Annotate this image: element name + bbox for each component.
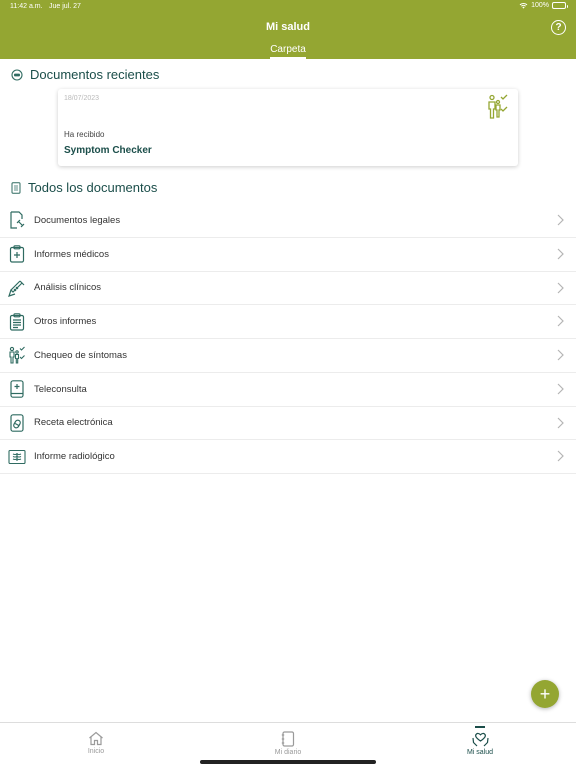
list-item-label: Receta electrónica (34, 417, 113, 429)
list-item-informes-medicos[interactable]: Informes médicos (0, 238, 576, 272)
card-name: Symptom Checker (64, 145, 152, 156)
recent-section-header: Documentos recientes (11, 67, 159, 82)
home-indicator[interactable] (200, 760, 376, 764)
list-item-label: Chequeo de síntomas (34, 349, 127, 361)
chevron-right-icon (557, 214, 564, 226)
recent-title: Documentos recientes (30, 67, 160, 82)
diary-icon (281, 731, 295, 747)
nav-mi-diario[interactable]: Mi diario (258, 731, 318, 756)
list-item-label: Análisis clínicos (34, 282, 102, 294)
list-item-label: Documentos legales (34, 214, 121, 226)
tab-carpeta[interactable]: Carpeta (0, 44, 576, 59)
symptom-checker-icon (488, 94, 508, 119)
status-date: Jue jul. 27 (49, 3, 81, 10)
symptom-check-icon (9, 346, 25, 364)
list-item-informe-radiologico[interactable]: Informe radiológico (0, 440, 576, 474)
list-item-label: Teleconsulta (34, 383, 87, 395)
list-item-label: Informes médicos (34, 248, 109, 260)
battery-icon (552, 2, 568, 9)
chevron-right-icon (557, 383, 564, 395)
xray-icon (8, 449, 26, 464)
page-title: Mi salud (265, 21, 310, 33)
nav-mi-salud-label: Mi salud (466, 749, 494, 756)
chevron-right-icon (557, 315, 564, 327)
nav-mi-salud[interactable]: Mi salud (450, 726, 510, 756)
card-subtitle: Ha recibido (64, 130, 105, 139)
nav-inicio[interactable]: Inicio (66, 731, 126, 755)
add-document-button[interactable]: + (531, 680, 559, 708)
nav-mi-diario-label: Mi diario (274, 749, 302, 756)
syringe-icon (8, 280, 25, 297)
chevron-right-icon (557, 417, 564, 428)
status-time: 11:42 a.m. (10, 3, 43, 10)
chevron-right-icon (557, 282, 564, 293)
list-item-documentos-legales[interactable]: Documentos legales (0, 204, 576, 238)
question-icon[interactable]: ? (551, 20, 566, 35)
teleconsult-icon (10, 380, 24, 398)
all-documents-header: Todos los documentos (11, 180, 157, 195)
list-item-analisis-clinicos[interactable]: Análisis clínicos (0, 272, 576, 306)
recent-document-card[interactable]: 18/07/2023 Ha recibido Symptom Checker (58, 89, 518, 166)
status-bar: 11:42 a.m. Jue jul. 27 100% (0, 0, 576, 14)
documents-list: Documentos legales Informes médicos Anál… (0, 204, 576, 474)
tab-carpeta-label: Carpeta (270, 44, 306, 59)
chevron-right-icon (557, 450, 564, 462)
list-item-label: Otros informes (34, 316, 97, 328)
list-item-chequeo-sintomas[interactable]: Chequeo de síntomas (0, 339, 576, 373)
card-date: 18/07/2023 (64, 95, 100, 102)
document-icon (11, 181, 21, 194)
app-header: 11:42 a.m. Jue jul. 27 100% Mi salud ? C… (0, 0, 576, 59)
list-item-label: Informe radiológico (34, 451, 115, 463)
chevron-right-icon (557, 349, 564, 361)
list-item-otros-informes[interactable]: Otros informes (0, 305, 576, 339)
battery-percent: 100% (531, 2, 549, 9)
clipboard-icon (9, 312, 25, 331)
home-icon (89, 731, 103, 746)
clock-badge-icon (11, 68, 23, 81)
wifi-icon (519, 2, 528, 9)
e-prescription-icon (10, 414, 24, 432)
heart-hands-icon (471, 732, 489, 747)
chevron-right-icon (557, 248, 564, 260)
all-documents-title: Todos los documentos (28, 180, 158, 195)
list-item-receta-electronica[interactable]: Receta electrónica (0, 407, 576, 441)
list-item-teleconsulta[interactable]: Teleconsulta (0, 373, 576, 407)
nav-inicio-label: Inicio (87, 748, 105, 755)
medical-report-icon (9, 245, 25, 263)
legal-document-icon (10, 211, 25, 229)
